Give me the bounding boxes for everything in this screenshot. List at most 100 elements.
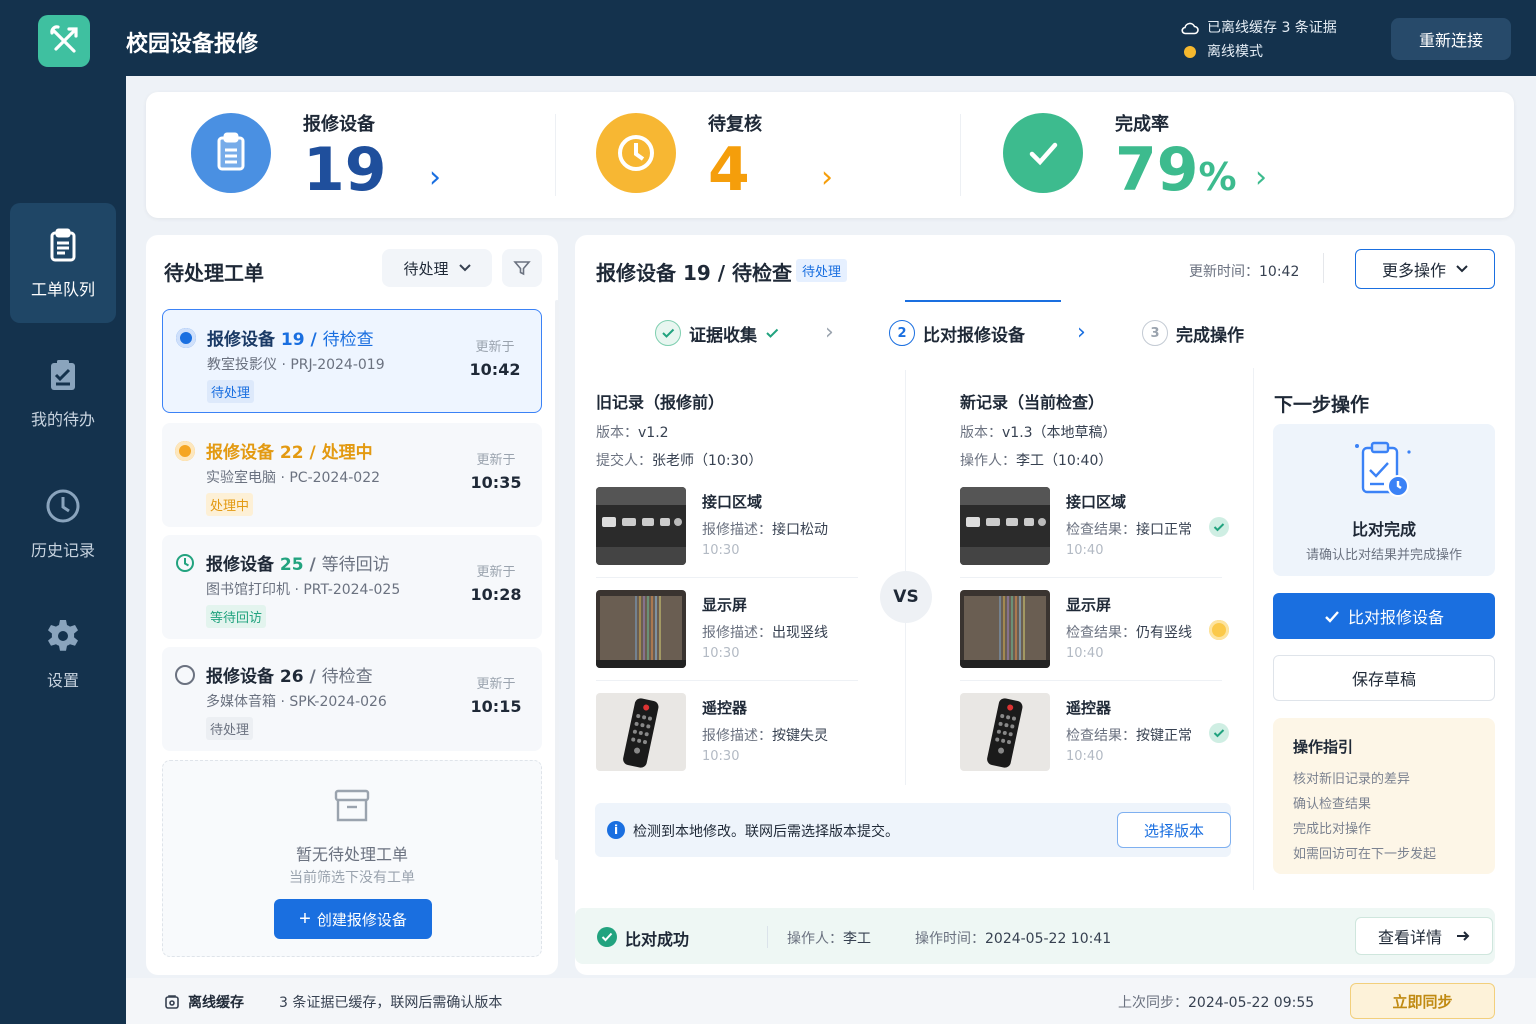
step-compare[interactable]: 2 比对报修设备 (889, 320, 1025, 346)
update-time: 更新时间：10:42 (1189, 264, 1300, 280)
offline-cache-indicator: 离线缓存 (164, 992, 244, 1012)
evidence-item[interactable]: 遥控器 检查结果：按键正常 10:40 (960, 693, 1229, 793)
sidebar-item-todo[interactable]: 我的待办 (10, 333, 116, 453)
chevron-right-icon: › (825, 320, 834, 345)
top-header: 校园设备报修 已离线缓存 3 条证据 离线模式 重新连接 (126, 0, 1536, 76)
clock-icon (46, 489, 80, 523)
step-complete[interactable]: 3 完成操作 (1142, 320, 1244, 346)
port-photo (596, 487, 686, 565)
offline-cache-text: 已离线缓存 3 条证据 (1207, 20, 1337, 36)
radio-empty-icon (175, 665, 195, 685)
filter-button[interactable] (502, 249, 542, 287)
evidence-item[interactable]: 接口区域 报修描述：接口松动 10:30 (596, 487, 856, 587)
evidence-time: 10:30 (702, 646, 740, 661)
success-title: 比对成功 (625, 930, 690, 949)
chevron-down-icon (1456, 265, 1468, 273)
new-record-column: 新记录（当前检查） 版本：v1.3（本地草稿） 操作人：李工（10:40） (960, 367, 1280, 469)
stat-card-rate[interactable]: 完成率 79% › (958, 92, 1364, 218)
gear-icon (48, 620, 78, 651)
evidence-item[interactable]: 显示屏 报修描述：出现竖线 10:30 (596, 590, 856, 690)
info-icon: i (607, 821, 625, 839)
updated-label: 更新于 (476, 453, 516, 468)
step-evidence[interactable]: 证据收集 (655, 320, 779, 346)
evidence-time: 10:40 (1066, 749, 1104, 764)
ticket-item[interactable]: 报修设备 19 / 待检查 教室投影仪 · PRJ-2024-019 待处理 更… (162, 309, 542, 413)
sidebar-item-label: 设置 (46, 671, 79, 690)
status-badge: 待处理 (796, 259, 848, 282)
updated-time: 10:35 (470, 473, 522, 492)
chevron-right-icon: › (429, 160, 441, 195)
ticket-item[interactable]: 报修设备 26 / 待检查 多媒体音箱 · SPK-2024-026 待处理 更… (162, 647, 542, 751)
evidence-item[interactable]: 显示屏 检查结果：仍有竖线 10:40 (960, 590, 1229, 690)
save-draft-button[interactable]: 保存草稿 (1273, 655, 1495, 701)
evidence-item[interactable]: 接口区域 检查结果：接口正常 10:40 (960, 487, 1229, 587)
next-action-title: 下一步操作 (1274, 394, 1370, 416)
ticket-subtitle: 教室投影仪 · PRJ-2024-019 (207, 357, 385, 373)
reconnect-button[interactable]: 重新连接 (1391, 18, 1511, 60)
sync-now-button[interactable]: 立即同步 (1350, 983, 1495, 1019)
ticket-title: 报修设备 26 / 待检查 (206, 667, 373, 687)
stepper: 证据收集 › 2 比对报修设备 › 3 完成操作 (575, 300, 1515, 366)
guide-line: 确认检查结果 (1293, 797, 1372, 812)
more-actions-button[interactable]: 更多操作 (1355, 249, 1495, 289)
view-details-button[interactable]: 查看详情 (1355, 917, 1493, 955)
queue-scrollbar[interactable] (555, 300, 559, 860)
updated-time: 10:15 (470, 697, 522, 716)
divider (767, 926, 768, 948)
evidence-time: 10:40 (1066, 646, 1104, 661)
clock-icon (175, 553, 195, 573)
create-ticket-button[interactable]: + 创建报修设备 (274, 899, 432, 939)
status-dot-icon (175, 441, 195, 461)
clock-icon (596, 113, 676, 193)
sidebar-item-settings[interactable]: 设置 (10, 594, 116, 714)
ticket-item[interactable]: 报修设备 25 / 等待回访 图书馆打印机 · PRT-2024-025 等待回… (162, 535, 542, 639)
evidence-description: 检查结果：按键正常 (1066, 728, 1192, 744)
chevron-right-icon: › (1077, 320, 1086, 345)
remote-photo (596, 693, 686, 771)
evidence-item[interactable]: 遥控器 报修描述：按键失灵 10:30 (596, 693, 856, 793)
vs-badge: VS (880, 571, 932, 623)
guide-line: 如需回访可在下一步发起 (1293, 847, 1437, 862)
local-change-notice: i 检测到本地修改。联网后需选择版本提交。 选择版本 (595, 803, 1231, 857)
new-operator: 操作人：李工（10:40） (960, 453, 1113, 469)
stat-card-devices[interactable]: 报修设备 19 › (146, 92, 552, 218)
offline-mode-text: 离线模式 (1207, 44, 1263, 60)
status-filter-select[interactable]: 待处理 (382, 249, 492, 287)
select-version-button[interactable]: 选择版本 (1117, 812, 1231, 848)
status-badge: 等待回访 (206, 605, 267, 628)
evidence-time: 10:30 (702, 543, 740, 558)
empty-subtitle: 当前筛选下没有工单 (289, 870, 415, 886)
updated-time: 10:28 (470, 585, 522, 604)
ticket-item[interactable]: 报修设备 22 / 处理中 实验室电脑 · PC-2024-022 处理中 更新… (162, 423, 542, 527)
evidence-name: 显示屏 (1066, 596, 1112, 614)
divider (596, 577, 858, 578)
evidence-name: 遥控器 (702, 699, 748, 717)
port-photo (960, 487, 1050, 565)
queue-title: 待处理工单 (164, 261, 264, 285)
compare-status-card: 比对完成 请确认比对结果并完成操作 (1273, 424, 1495, 576)
evidence-description: 报修描述：接口松动 (702, 522, 828, 538)
check-icon (766, 328, 779, 338)
footer-message: 3 条证据已缓存，联网后需确认版本 (279, 995, 503, 1011)
filter-value: 待处理 (403, 259, 449, 278)
stat-value: 4 (708, 135, 750, 205)
chevron-right-icon: › (1255, 160, 1267, 195)
operation-guide: 操作指引 核对新旧记录的差异 确认检查结果 完成比对操作 如需回访可在下一步发起 (1273, 718, 1495, 874)
cloud-icon (1181, 22, 1199, 35)
screen-photo (960, 590, 1050, 668)
empty-state: 暂无待处理工单 当前筛选下没有工单 + 创建报修设备 (162, 760, 542, 957)
stat-card-review[interactable]: 待复核 4 › (551, 92, 957, 218)
check-circle-icon (655, 320, 681, 346)
guide-line: 完成比对操作 (1293, 822, 1372, 837)
stat-value: 19 (303, 135, 387, 205)
compare-device-button[interactable]: 比对报修设备 (1273, 593, 1495, 639)
funnel-icon (513, 261, 531, 276)
create-label: 创建报修设备 (316, 911, 407, 929)
card-subtitle: 请确认比对结果并完成操作 (1305, 548, 1462, 563)
offline-status: 已离线缓存 3 条证据 离线模式 (1181, 16, 1337, 64)
sidebar-item-history[interactable]: 历史记录 (10, 464, 116, 584)
evidence-description: 检查结果：接口正常 (1066, 522, 1192, 538)
footer-bar: 离线缓存 3 条证据已缓存，联网后需确认版本 上次同步：2024-05-22 0… (126, 978, 1536, 1024)
step-number: 2 (889, 320, 915, 346)
sidebar-item-queue[interactable]: 工单队列 (10, 203, 116, 323)
